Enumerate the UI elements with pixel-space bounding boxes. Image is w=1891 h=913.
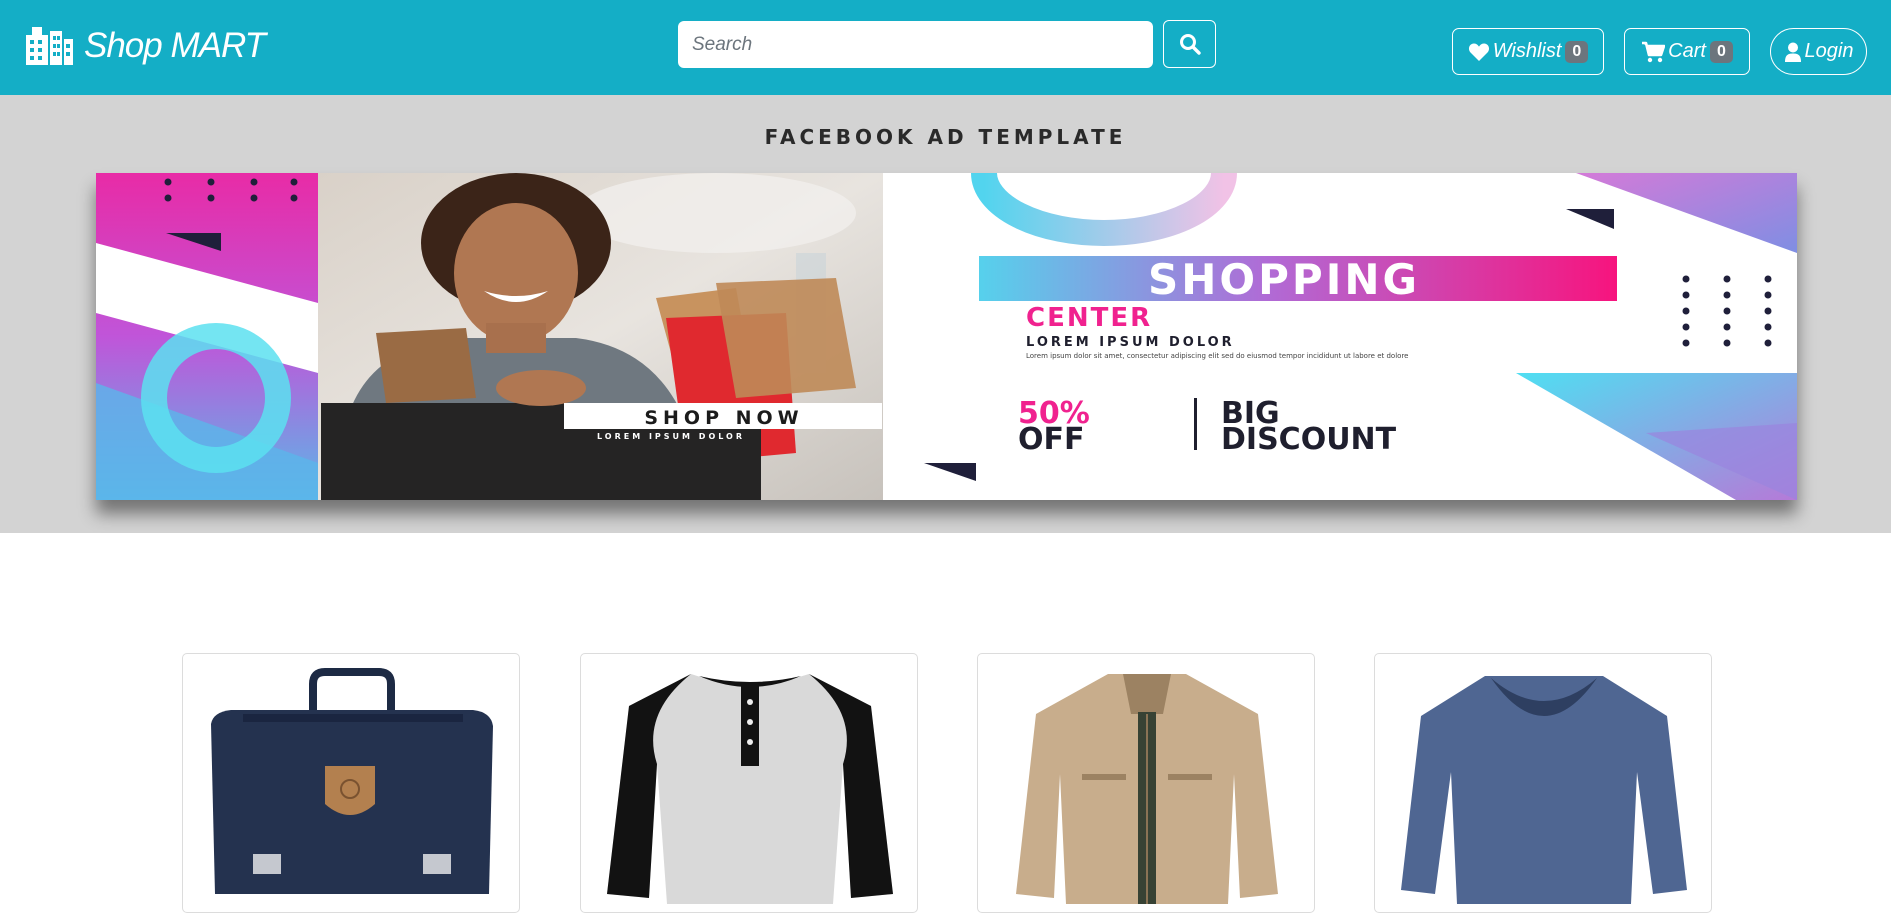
search-input[interactable] xyxy=(678,21,1153,68)
banner-artwork: SHOP NOW LOREM IPSUM DOLOR SHOPPING CENT… xyxy=(96,173,1797,500)
offer-discount: DISCOUNT xyxy=(1221,422,1397,457)
cart-count-badge: 0 xyxy=(1709,40,1733,63)
wishlist-label: Wishlist xyxy=(1492,40,1562,62)
offer-off: OFF xyxy=(1018,422,1085,457)
banner-body-text: Lorem ipsum dolor sit amet, consectetur … xyxy=(1026,352,1408,360)
wishlist-button[interactable]: Wishlist 0 xyxy=(1452,28,1604,75)
product-card-henley-shirt[interactable] xyxy=(580,653,918,913)
product-card-backpack[interactable] xyxy=(182,653,520,913)
cart-icon xyxy=(1642,41,1666,62)
promo-banner[interactable]: SHOP NOW LOREM IPSUM DOLOR SHOPPING CENT… xyxy=(96,173,1797,500)
brand-name: Shop MART xyxy=(84,26,266,65)
cta-label: SHOP NOW xyxy=(644,407,803,429)
banner-subheadline: CENTER xyxy=(1026,303,1152,333)
banner-headline: SHOPPING xyxy=(1148,255,1420,304)
cta-sublabel: LOREM IPSUM DOLOR xyxy=(597,432,745,441)
backpack-image xyxy=(211,668,493,894)
cart-button[interactable]: Cart 0 xyxy=(1624,28,1750,75)
login-button[interactable]: Login xyxy=(1770,28,1867,75)
blue-sweater-image xyxy=(1401,676,1687,904)
building-icon xyxy=(26,27,73,65)
wishlist-count-badge: 0 xyxy=(1565,40,1589,63)
search-button[interactable] xyxy=(1163,20,1216,68)
hero-section: FACEBOOK AD TEMPLATE SHOP NOW LOREM IPSU… xyxy=(0,95,1891,533)
navbar: Shop MART Wishlist 0 Cart 0 Login xyxy=(0,0,1891,95)
brand-logo[interactable]: Shop MART xyxy=(24,22,266,70)
hero-caption: FACEBOOK AD TEMPLATE xyxy=(764,125,1127,149)
product-card-khaki-jacket[interactable] xyxy=(977,653,1315,913)
product-grid xyxy=(0,533,1891,913)
product-card-blue-sweater[interactable] xyxy=(1374,653,1712,913)
banner-tagline: LOREM IPSUM DOLOR xyxy=(1026,335,1235,350)
search-icon xyxy=(1179,34,1201,55)
khaki-jacket-image xyxy=(1016,674,1278,904)
user-icon xyxy=(1784,42,1801,62)
cart-label: Cart xyxy=(1668,40,1706,62)
henley-shirt-image xyxy=(607,674,893,904)
heart-icon xyxy=(1468,43,1489,61)
login-label: Login xyxy=(1804,40,1854,62)
